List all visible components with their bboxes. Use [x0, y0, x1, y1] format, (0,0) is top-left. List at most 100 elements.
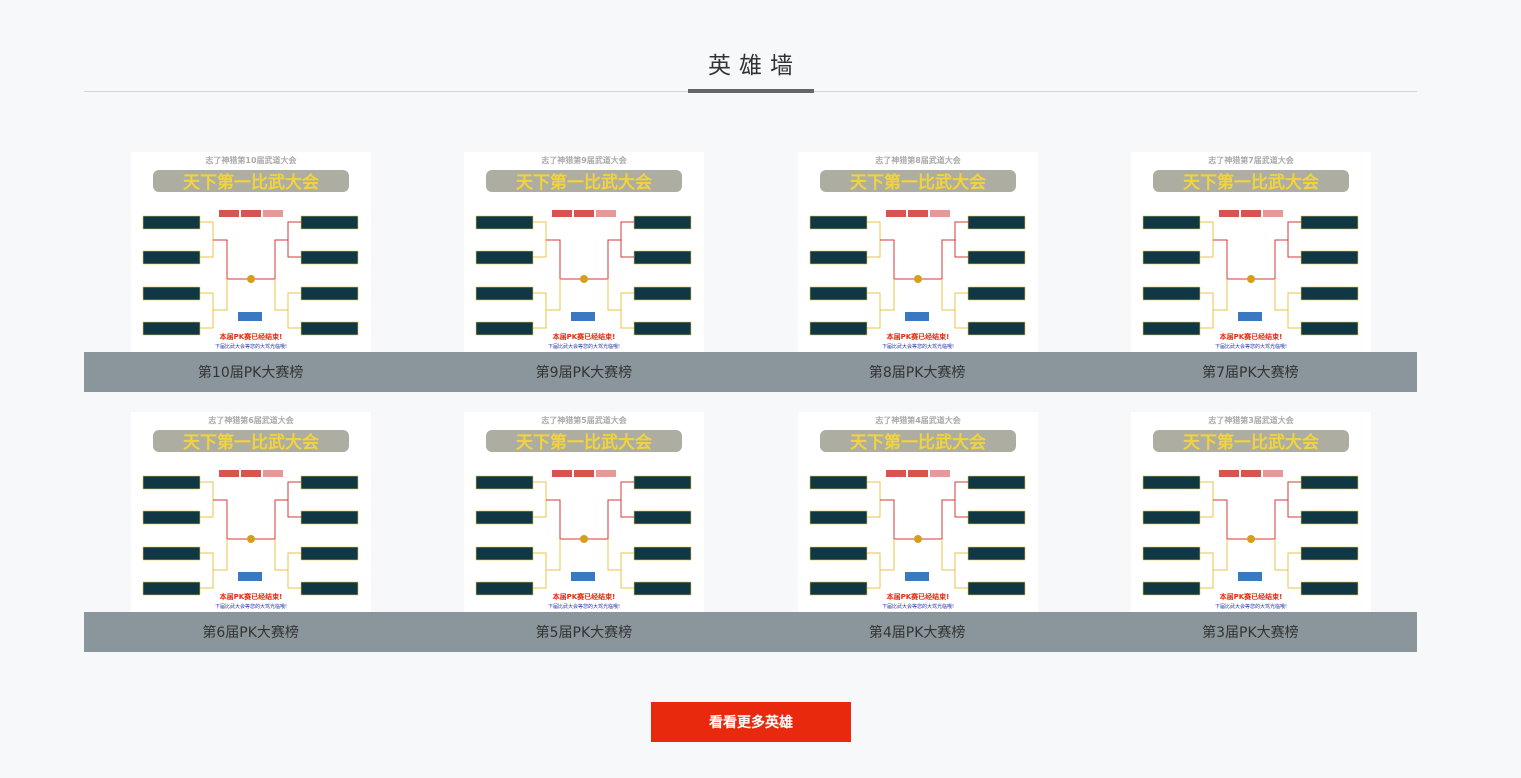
hero-card[interactable]: 志了神猎第3届武道大会 天下第一比武大会 本届PK赛已经结束! 下届比武大会等您…: [1083, 412, 1417, 652]
card-caption[interactable]: 第10届PK大赛榜: [84, 352, 418, 392]
card-caption[interactable]: 第9届PK大赛榜: [417, 352, 751, 392]
bracket-line: [200, 221, 214, 258]
bracket-line: [588, 499, 622, 540]
bracket-slot: [633, 286, 692, 301]
card-caption[interactable]: 第3届PK大赛榜: [1083, 612, 1417, 652]
bracket-slot: [633, 215, 692, 230]
badge: [885, 210, 906, 217]
status-badge: [904, 312, 929, 321]
bracket-slot: [475, 475, 534, 490]
bracket-slot: [142, 321, 201, 336]
badge: [1262, 210, 1283, 217]
bracket-line: [1274, 539, 1288, 571]
badge: [907, 470, 928, 477]
bracket-line: [1254, 499, 1288, 540]
bracket-slot: [967, 475, 1025, 490]
badge: [241, 470, 261, 477]
bracket-line: [620, 292, 635, 329]
bracket-line: [200, 292, 214, 329]
badge: [929, 210, 950, 217]
thumb-banner: 天下第一比武大会: [850, 432, 986, 453]
bracket-slot: [809, 581, 867, 596]
bracket-slot: [633, 321, 692, 336]
thumb-heading: 志了神猎第8届武道大会: [875, 155, 961, 165]
bracket-slot: [142, 581, 201, 596]
bracket-slot: [142, 546, 201, 561]
bracket-slot: [1300, 581, 1359, 596]
badge: [552, 210, 573, 217]
bracket-line: [287, 221, 301, 258]
hero-card[interactable]: 志了神猎第7届武道大会 天下第一比武大会 本届PK赛已经结束! 下届比武大会等您…: [1083, 152, 1417, 392]
thumb-heading: 志了神猎第6届武道大会: [208, 415, 294, 425]
thumb-ended: 本届PK赛已经结束!: [552, 332, 616, 341]
bracket-slot: [1300, 546, 1359, 561]
bracket-thumbnail[interactable]: 志了神猎第4届武道大会 天下第一比武大会 本届PK赛已经结束! 下届比武大会等您…: [797, 412, 1038, 612]
thumb-ended: 本届PK赛已经结束!: [1218, 592, 1282, 601]
card-caption[interactable]: 第4届PK大赛榜: [750, 612, 1084, 652]
card-caption-label: 第6届PK大赛榜: [202, 625, 299, 641]
card-caption[interactable]: 第8届PK大赛榜: [750, 352, 1084, 392]
bracket-line: [213, 239, 247, 280]
bracket-line: [1287, 552, 1301, 589]
trophy-icon: [913, 275, 922, 283]
bracket-image: 志了神猎第4届武道大会 天下第一比武大会 本届PK赛已经结束! 下届比武大会等您…: [809, 415, 1025, 610]
bracket-slot: [967, 250, 1025, 265]
bracket-slot: [967, 546, 1025, 561]
bracket-line: [533, 221, 547, 258]
card-caption-label: 第5届PK大赛榜: [535, 625, 633, 641]
badge: [885, 470, 906, 477]
bracket-slot: [967, 581, 1025, 596]
hero-wall-grid: 志了神猎第10届武道大会 天下第一比武大会 本届PK赛已经结束! 下届比武大会等…: [84, 152, 1417, 652]
hero-card[interactable]: 志了神猎第9届武道大会 天下第一比武大会 本届PK赛已经结束! 下届比武大会等您…: [417, 152, 751, 392]
bracket-slot: [300, 475, 359, 490]
see-more-heroes-button[interactable]: 看看更多英雄: [651, 702, 851, 742]
bracket-line: [213, 499, 247, 540]
bracket-line: [954, 221, 968, 258]
bracket-line: [287, 552, 301, 589]
bracket-line: [607, 279, 622, 311]
bracket-slot: [1300, 321, 1359, 336]
card-caption[interactable]: 第7届PK大赛榜: [1083, 352, 1417, 392]
bracket-slot: [1142, 215, 1201, 230]
bracket-thumbnail[interactable]: 志了神猎第6届武道大会 天下第一比武大会 本届PK赛已经结束! 下届比武大会等您…: [131, 412, 371, 612]
badge: [219, 470, 239, 477]
hero-card[interactable]: 志了神猎第4届武道大会 天下第一比武大会 本届PK赛已经结束! 下届比武大会等您…: [750, 412, 1084, 652]
bracket-slot: [1300, 286, 1359, 301]
card-caption[interactable]: 第5届PK大赛榜: [417, 612, 751, 652]
bracket-thumbnail[interactable]: 志了神猎第9届武道大会 天下第一比武大会 本届PK赛已经结束! 下届比武大会等您…: [464, 152, 705, 352]
bracket-image: 志了神猎第3届武道大会 天下第一比武大会 本届PK赛已经结束! 下届比武大会等您…: [1142, 415, 1359, 610]
bracket-slot: [142, 250, 201, 265]
bracket-line: [1212, 499, 1247, 540]
bracket-slot: [475, 546, 534, 561]
bracket-line: [255, 499, 288, 540]
bracket-image: 志了神猎第7届武道大会 天下第一比武大会 本届PK赛已经结束! 下届比武大会等您…: [1142, 155, 1359, 350]
card-caption[interactable]: 第6届PK大赛榜: [84, 612, 418, 652]
bracket-slot: [1300, 475, 1359, 490]
bracket-line: [533, 481, 547, 518]
bracket-thumbnail[interactable]: 志了神猎第3届武道大会 天下第一比武大会 本届PK赛已经结束! 下届比武大会等您…: [1130, 412, 1371, 612]
bracket-slot: [1142, 475, 1201, 490]
trophy-icon: [1246, 275, 1255, 283]
hero-card[interactable]: 志了神猎第8届武道大会 天下第一比武大会 本届PK赛已经结束! 下届比武大会等您…: [750, 152, 1084, 392]
hero-card[interactable]: 志了神猎第10届武道大会 天下第一比武大会 本届PK赛已经结束! 下届比武大会等…: [84, 152, 418, 392]
trophy-icon: [247, 275, 255, 283]
hero-card[interactable]: 志了神猎第6届武道大会 天下第一比武大会 本届PK赛已经结束! 下届比武大会等您…: [84, 412, 418, 652]
thumb-next: 下届比武大会等您的大驾光临哦!: [215, 343, 287, 350]
bracket-slot: [475, 581, 534, 596]
bracket-line: [1254, 239, 1288, 280]
section-title: 英雄墙: [708, 53, 801, 79]
bracket-thumbnail[interactable]: 志了神猎第7届武道大会 天下第一比武大会 本届PK赛已经结束! 下届比武大会等您…: [1130, 152, 1371, 352]
bracket-thumbnail[interactable]: 志了神猎第8届武道大会 天下第一比武大会 本届PK赛已经结束! 下届比武大会等您…: [797, 152, 1038, 352]
bracket-line: [533, 552, 547, 589]
status-badge: [571, 312, 596, 321]
bracket-thumbnail[interactable]: 志了神猎第10届武道大会 天下第一比武大会 本届PK赛已经结束! 下届比武大会等…: [131, 152, 371, 352]
hero-card[interactable]: 志了神猎第5届武道大会 天下第一比武大会 本届PK赛已经结束! 下届比武大会等您…: [417, 412, 751, 652]
bracket-slot: [1142, 581, 1201, 596]
thumb-banner: 天下第一比武大会: [183, 172, 319, 193]
bracket-thumbnail[interactable]: 志了神猎第5届武道大会 天下第一比武大会 本届PK赛已经结束! 下届比武大会等您…: [464, 412, 705, 612]
bracket-slot: [300, 510, 359, 525]
thumb-ended: 本届PK赛已经结束!: [552, 592, 616, 601]
bracket-slot: [967, 321, 1025, 336]
bracket-line: [866, 552, 880, 589]
thumb-banner: 天下第一比武大会: [1183, 432, 1319, 453]
